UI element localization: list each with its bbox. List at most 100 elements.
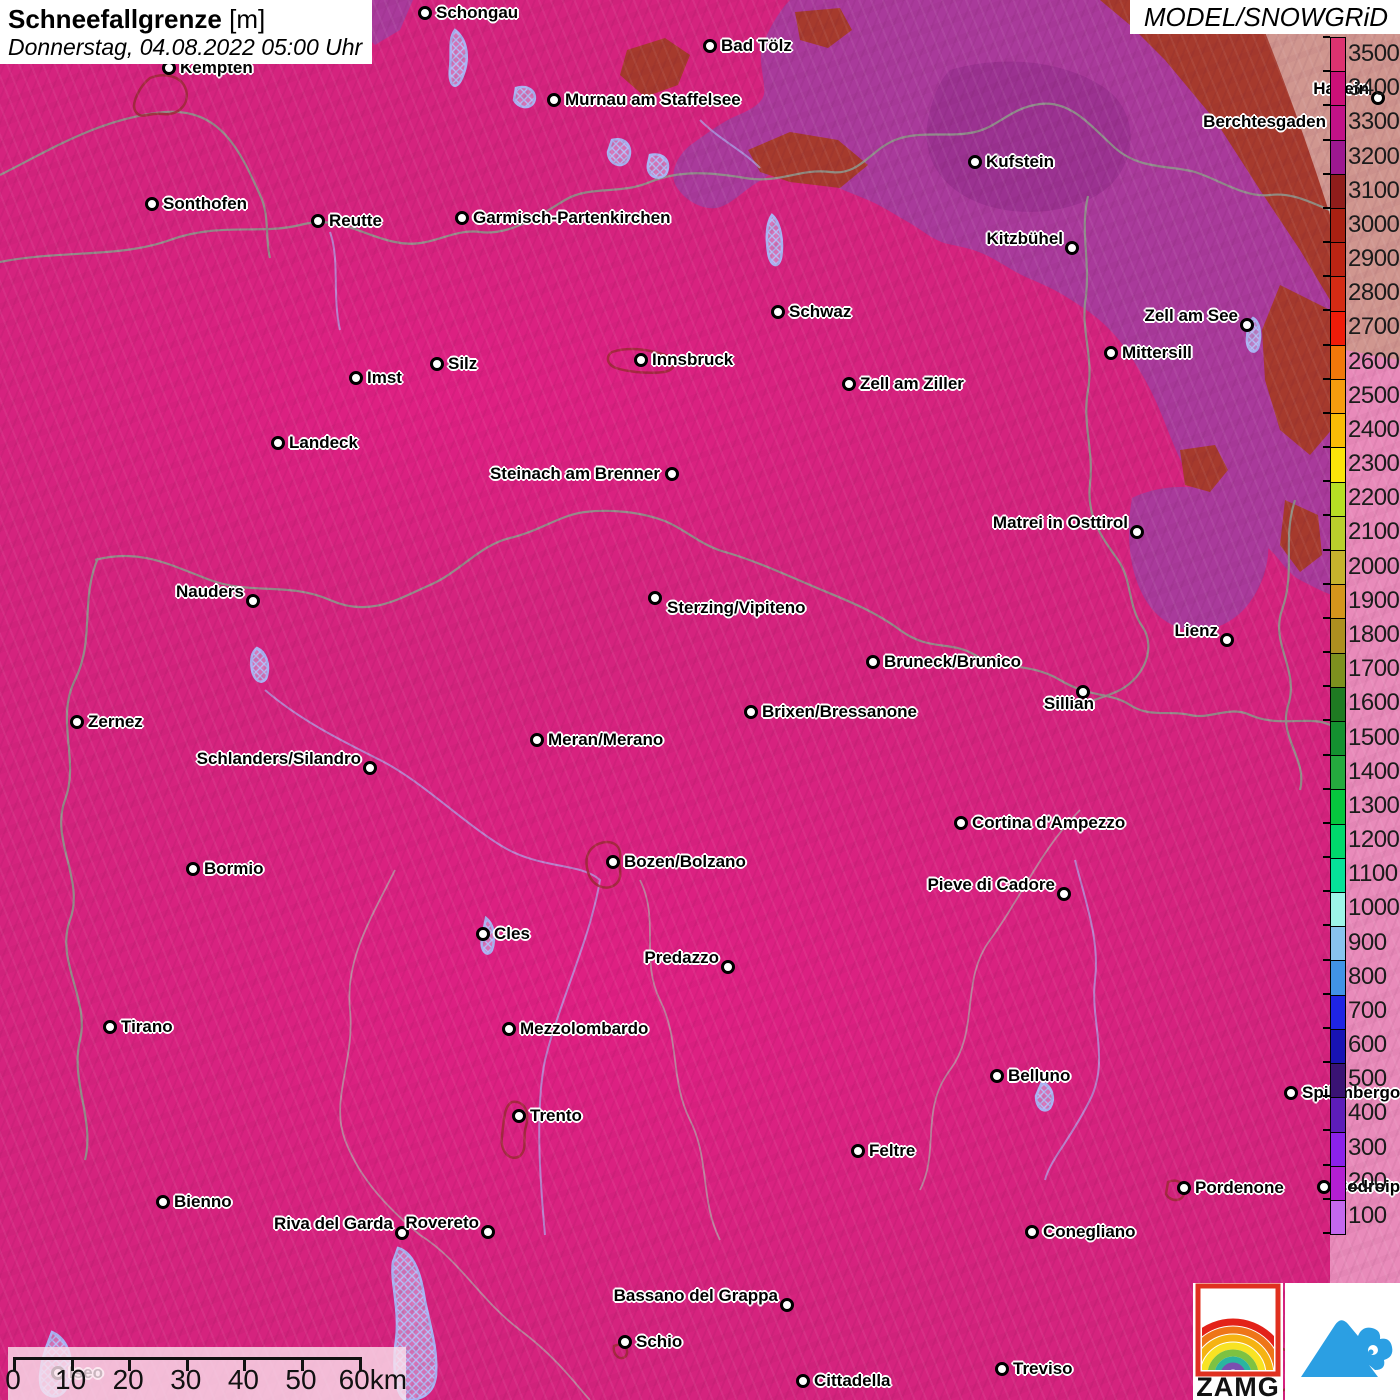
city-label: Murnau am Staffelsee: [565, 90, 741, 109]
city-marker-dot: [744, 705, 758, 719]
city-marker-dot: [634, 353, 648, 367]
city-marker-dot: [186, 862, 200, 876]
city-marker-dot: [1240, 318, 1254, 332]
colorbar-value-label: 1500: [1348, 723, 1400, 751]
colorbar-segment: [1331, 1098, 1345, 1133]
colorbar-segment: [1331, 1029, 1345, 1065]
city-marker-dot: [455, 211, 469, 225]
colorbar-tick: [1323, 1129, 1330, 1132]
colorbar-tick: [1323, 1197, 1330, 1200]
city-marker-dot: [721, 960, 735, 974]
city-label: Rovereto: [405, 1213, 479, 1232]
colorbar-value-label: 2700: [1348, 313, 1400, 341]
colorbar-value-label: 100: [1348, 1201, 1387, 1229]
colorbar-segment: [1331, 1200, 1345, 1235]
colorbar-value-label: 2500: [1348, 381, 1400, 409]
city-marker-dot: [1177, 1181, 1191, 1195]
city-label: Treviso: [1013, 1359, 1073, 1378]
colorbar-tick: [1323, 1061, 1330, 1064]
colorbar-value-label: 700: [1348, 996, 1387, 1024]
city-marker-dot: [547, 93, 561, 107]
city-label: Bruneck/Brunico: [884, 652, 1021, 671]
city-marker-dot: [954, 816, 968, 830]
colorbar-segment: [1331, 516, 1345, 552]
colorbar-tick: [1323, 275, 1330, 278]
city-marker-dot: [1065, 241, 1079, 255]
colorbar-segment: [1331, 551, 1345, 586]
colorbar-value-label: 3200: [1348, 142, 1400, 170]
city-marker-dot: [1220, 633, 1234, 647]
colorbar-segment: [1331, 72, 1345, 107]
colorbar-segment: [1331, 927, 1345, 962]
city-label: Mittersill: [1122, 343, 1192, 362]
colorbar-tick: [1323, 753, 1330, 756]
colorbar-tick: [1323, 821, 1330, 824]
colorbar-value-label: 300: [1348, 1133, 1387, 1161]
city-label: Reutte: [329, 211, 382, 230]
colorbar-value-label: 2600: [1348, 347, 1400, 375]
colorbar-tick: [1323, 514, 1330, 517]
colorbar-tick: [1323, 1095, 1330, 1098]
colorbar-tick: [1323, 1026, 1330, 1029]
city-marker-dot: [1317, 1180, 1331, 1194]
scale-bar-number: 30: [170, 1364, 202, 1395]
city-marker-dot: [648, 591, 662, 605]
colorbar-tick: [1323, 172, 1330, 175]
colorbar: [1330, 37, 1346, 1235]
colorbar-value-label: 1400: [1348, 757, 1400, 785]
model-label: MODEL/SNOWGRiD: [1129, 0, 1400, 34]
city-label: Sonthofen: [163, 194, 248, 213]
scale-bar-number: 60km: [338, 1364, 408, 1395]
colorbar-tick: [1323, 411, 1330, 414]
city-label: Garmisch-Partenkirchen: [473, 208, 671, 227]
city-marker-dot: [1284, 1086, 1298, 1100]
colorbar-tick: [1323, 36, 1330, 38]
colorbar-tick: [1323, 958, 1330, 961]
city-marker-dot: [502, 1022, 516, 1036]
city-marker-dot: [968, 155, 982, 169]
title-text: Schneefallgrenze: [8, 4, 222, 34]
city-marker-dot: [476, 927, 490, 941]
colorbar-value-label: 3400: [1348, 74, 1400, 102]
city-label: Steinach am Brenner: [489, 464, 660, 483]
colorbar-value-label: 2200: [1348, 484, 1400, 512]
colorbar-tick: [1323, 992, 1330, 995]
city-marker-dot: [771, 305, 785, 319]
city-marker-dot: [430, 357, 444, 371]
colorbar-segment: [1331, 140, 1345, 175]
colorbar-tick: [1323, 377, 1330, 380]
map-title: Schneefallgrenze [m]: [8, 4, 364, 34]
scale-bar-number: 40: [227, 1364, 259, 1395]
scale-bar: 0 10 20 30 40 50 60km: [5, 1347, 408, 1400]
colorbar-segment: [1331, 893, 1345, 928]
city-label: Matrei in Osttirol: [992, 513, 1128, 532]
city-marker-dot: [311, 214, 325, 228]
colorbar-segment: [1331, 380, 1345, 415]
city-marker-dot: [530, 733, 544, 747]
colorbar-segment: [1331, 1166, 1345, 1201]
colorbar-tick: [1323, 241, 1330, 244]
city-label: Trento: [530, 1106, 582, 1125]
zamg-logo-text: ZAMG: [1196, 1372, 1279, 1400]
city-marker-dot: [70, 715, 84, 729]
scale-bar-number: 50: [285, 1364, 317, 1395]
city-marker-dot: [512, 1109, 526, 1123]
colorbar-segment: [1331, 1064, 1345, 1099]
mountain-cloud-icon: [1301, 1320, 1393, 1377]
colorbar-segment: [1331, 858, 1345, 894]
city-marker-dot: [866, 655, 880, 669]
city-marker-dot: [363, 761, 377, 775]
colorbar-value-label: 1900: [1348, 586, 1400, 614]
city-label: Schongau: [436, 3, 519, 22]
zamg-rainbow-icon: [1202, 1318, 1274, 1370]
scale-bar-number: 10: [55, 1364, 87, 1395]
city-marker-dot: [703, 39, 717, 53]
city-label: Pieve di Cadore: [927, 875, 1055, 894]
colorbar-value-label: 1700: [1348, 655, 1400, 683]
colorbar-tick: [1323, 719, 1330, 722]
city-label: Tirano: [121, 1017, 173, 1036]
colorbar-segment: [1331, 209, 1345, 244]
colorbar-value-label: 1800: [1348, 621, 1400, 648]
colorbar-value-label: 1300: [1348, 791, 1400, 819]
colorbar-value-label: 3500: [1348, 40, 1400, 68]
